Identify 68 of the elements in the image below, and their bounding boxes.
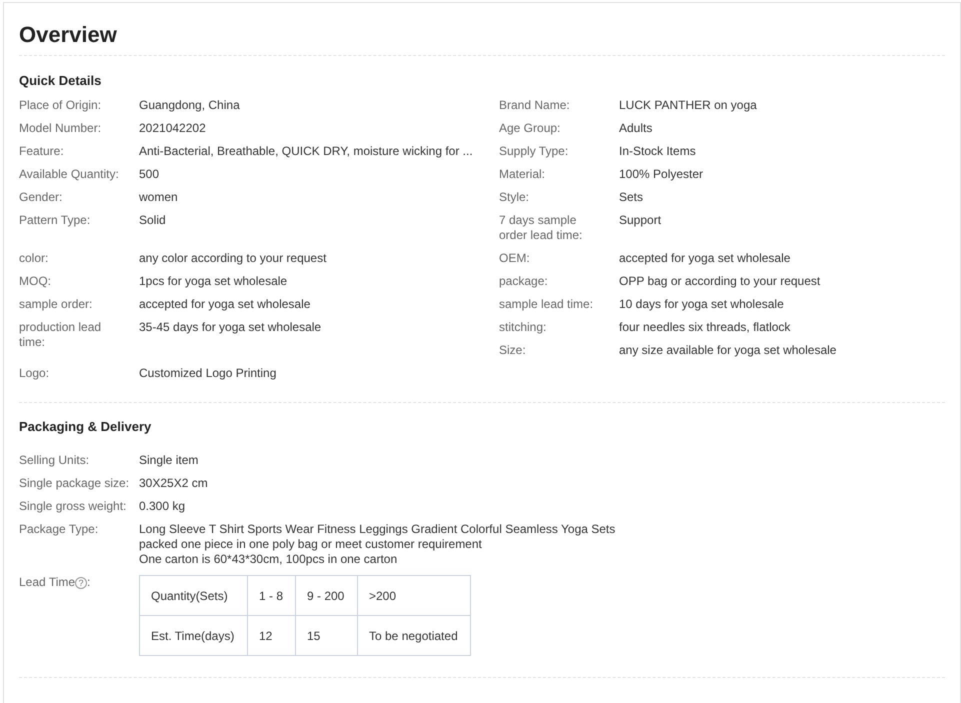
detail-value: Sets [619,190,644,205]
detail-label: sample lead time: [499,297,594,312]
detail-value: 30X25X2 cm [139,476,208,491]
detail-value: Adults [619,121,652,136]
detail-value: accepted for yoga set wholesale [619,251,790,266]
detail-label: Supply Type: [499,144,570,159]
detail-label: Style: [499,190,530,205]
detail-value: LUCK PANTHER on yoga [619,98,757,113]
detail-value: Single item [139,453,198,468]
detail-label: Material: [499,167,546,182]
section-heading: Quick Details [19,73,102,89]
detail-value: 1pcs for yoga set wholesale [139,274,288,289]
detail-label: OEM: [499,251,531,266]
detail-value: 100% Polyester [619,167,704,182]
detail-value: 2021042202 [139,121,206,136]
detail-label: Model Number: [19,121,102,136]
detail-label: Available Quantity: [19,167,120,182]
detail-label: package: [499,274,549,289]
detail-label: Lead Time [19,575,76,590]
detail-value: In-Stock Items [619,144,696,159]
page-title: Overview [19,21,118,49]
table-cell: 15 [296,616,358,656]
detail-value: 35-45 days for yoga set wholesale [139,320,322,336]
detail-value: Guangdong, China [139,98,240,113]
detail-value: Support [619,213,662,229]
table-cell: To be negotiated [358,616,470,656]
detail-label: Feature: [19,144,65,159]
detail-label: color: [19,251,50,266]
detail-label: Single package size: [19,476,130,491]
detail-label: Gender: [19,190,64,205]
table-cell: >200 [358,576,470,616]
detail-value: Long Sleeve T Shirt Sports Wear Fitness Leggings Gradient Colorful Seamless Yoga Sets [139,522,616,537]
detail-label: Age Group: [499,121,562,136]
detail-label: Brand Name: [499,98,571,113]
detail-label: : [87,575,90,590]
detail-label: sample order: [19,297,94,312]
detail-value: 0.300 kg [139,499,186,514]
detail-value: 500 [139,167,160,182]
detail-label: Size: [499,343,527,358]
detail-value: any color according to your request [139,251,326,266]
help-icon[interactable]: ? [75,577,88,589]
detail-value: any size available for yoga set wholesale [619,343,836,358]
detail-value: four needles six threads, flatlock [619,320,790,335]
detail-label: 7 days sample order lead time: [499,213,584,243]
detail-label: Place of Origin: [19,98,102,113]
table-cell: 1 - 8 [248,576,296,616]
detail-label: Logo: [19,366,50,381]
detail-value: Solid [139,213,166,228]
detail-value: Customized Logo Printing [139,366,276,381]
detail-value: packed one piece in one poly bag or meet customer requirement [139,537,483,552]
table-cell: Quantity(Sets) [140,576,248,616]
detail-label: stitching: [499,320,548,335]
detail-label: Package Type: [19,522,100,538]
detail-value: women [139,190,178,205]
table-cell: 12 [248,616,296,656]
detail-value: 10 days for yoga set wholesale [619,297,784,312]
detail-value: accepted for yoga set wholesale [139,297,310,312]
detail-value: OPP bag or according to your request [619,274,820,289]
detail-label: Single gross weight: [19,499,128,514]
detail-label: MOQ: [19,274,52,289]
detail-label: Pattern Type: [19,213,92,228]
detail-label: production lead time: [19,320,102,350]
detail-label: Selling Units: [19,453,90,468]
table-cell: 9 - 200 [296,576,358,616]
detail-value: One carton is 60*43*30cm, 100pcs in one carton [139,552,398,567]
section-heading: Packaging & Delivery [19,419,152,435]
detail-value: Anti-Bacterial, Breathable, QUICK DRY, moisture wicking for ... [139,144,473,159]
table-cell: Est. Time(days) [140,616,248,656]
